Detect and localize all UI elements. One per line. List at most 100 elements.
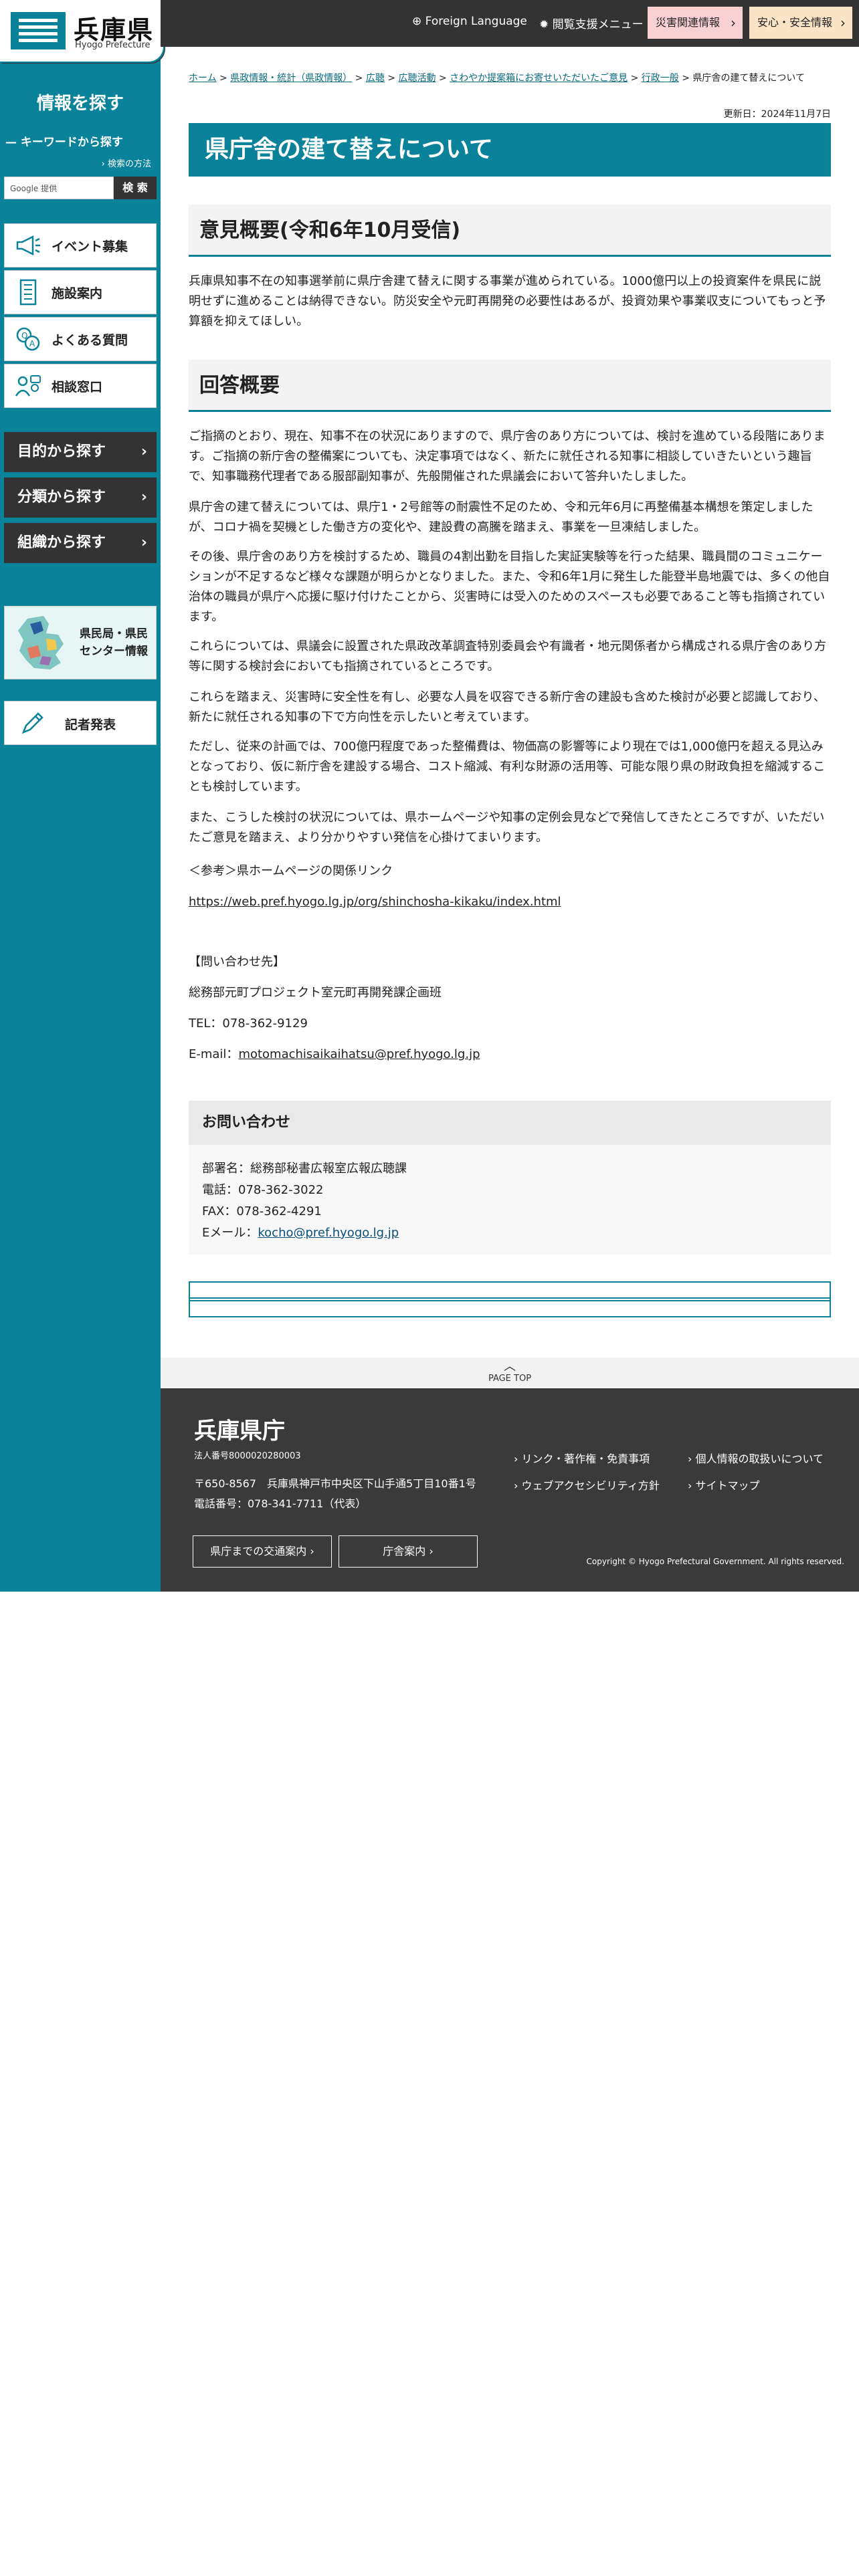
browse-support-label: 閲覧支援メニュー xyxy=(552,18,644,31)
answer-heading: 回答概要 xyxy=(189,360,831,412)
center-label-line2: センター情報 xyxy=(80,645,148,658)
regional-center-banner[interactable]: 県民局・県民 センター情報 xyxy=(4,606,157,679)
answer-paragraph: ただし、従来の計画では、700億円程度であった整備費は、物価高の影響等により現在… xyxy=(189,740,826,794)
footer-link-copyright[interactable]: › リンク・著作権・免責事項 xyxy=(514,1450,650,1466)
disaster-info-label: 災害関連情報 xyxy=(656,16,721,29)
sidebar-item-consultation[interactable]: 相談窓口 xyxy=(4,364,157,408)
contact-email-link[interactable]: kocho@pref.hyogo.lg.jp xyxy=(258,1226,399,1240)
contact-email-label: Eメール： xyxy=(202,1226,258,1240)
reference-link[interactable]: https://web.pref.hyogo.lg.jp/org/shincho… xyxy=(189,895,561,909)
browse-support-menu[interactable]: ✹ 閲覧支援メニュー xyxy=(539,15,644,31)
contact-email-row: Eメール：kocho@pref.hyogo.lg.jp xyxy=(202,1222,407,1244)
pen-icon xyxy=(19,711,45,742)
inquiry-tel: TEL：078-362-9129 xyxy=(189,1016,308,1031)
megaphone-icon xyxy=(5,223,52,267)
page-top-label: PAGE TOP xyxy=(488,1374,532,1384)
contact-heading: お問い合わせ xyxy=(189,1101,831,1145)
sidebar-item-label: よくある質問 xyxy=(52,332,128,348)
answer-paragraph: これらを踏まえ、災害時に安全性を有し、必要な人員を収容できる新庁舎の建設も含めた… xyxy=(189,690,826,724)
arrow-up-icon: ︿ xyxy=(504,1360,516,1374)
footer: 兵庫県庁 法人番号8000020280003 〒650-8567 兵庫県神戸市中… xyxy=(161,1388,859,1592)
opinion-heading: 意見概要(令和6年10月受信) xyxy=(189,205,831,257)
foreign-language-link[interactable]: ⊕ Foreign Language xyxy=(412,15,527,28)
sidebar-item-facilities[interactable]: 施設案内 xyxy=(4,270,157,314)
sidebar-item-label: 相談窓口 xyxy=(52,379,103,395)
inquiry-email-label: E-mail： xyxy=(189,1047,239,1061)
chevron-right-icon: › xyxy=(140,534,147,551)
empty-box xyxy=(189,1297,831,1317)
answer-paragraph: その後、県庁舎のあり方を検討するため、職員の4割出勤を目指した実証実験等を行った… xyxy=(189,550,830,624)
sidebar-item-label: イベント募集 xyxy=(52,239,128,254)
chevron-right-icon: › xyxy=(840,15,846,31)
faq-icon: QA xyxy=(5,317,52,361)
chevron-right-icon: › xyxy=(140,443,147,460)
breadcrumb-link[interactable]: 広聴 xyxy=(366,73,385,84)
access-label: 県庁までの交通案内 xyxy=(210,1545,307,1558)
chevron-right-icon: › xyxy=(140,489,147,506)
sidebar-item-by-organization[interactable]: 組織から探す › xyxy=(4,523,157,563)
press-release-button[interactable]: 記者発表 xyxy=(4,701,157,745)
contact-box: お問い合わせ 部署名：総務部秘書広報室広報広聴課 電話：078-362-3022… xyxy=(189,1101,831,1255)
footer-link-label: 個人情報の取扱いについて xyxy=(695,1453,824,1465)
answer-paragraph: ご指摘のとおり、現在、知事不在の状況にありますので、県庁舎のあり方については、検… xyxy=(189,429,826,484)
search-howto-link[interactable]: › 検索の方法 xyxy=(102,156,151,169)
reference-link-row: https://web.pref.hyogo.lg.jp/org/shincho… xyxy=(189,892,831,912)
access-button[interactable]: 県庁までの交通案内 › xyxy=(193,1535,332,1568)
disaster-info-button[interactable]: 災害関連情報 › xyxy=(648,7,743,39)
answer-paragraph: また、こうした検討の状況については、県ホームページや知事の定例会見などで発信して… xyxy=(189,811,825,845)
globe-icon: ⊕ xyxy=(412,15,422,28)
svg-text:Q: Q xyxy=(21,331,27,340)
answer-paragraph: これらについては、県議会に設置された県政改革調査特別委員会や有識者・地元関係者か… xyxy=(189,639,827,673)
footer-link-privacy[interactable]: › 個人情報の取扱いについて xyxy=(688,1450,824,1466)
gear-icon: ✹ xyxy=(539,18,549,31)
sidebar-item-by-purpose[interactable]: 目的から探す › xyxy=(4,432,157,472)
updated-date: 更新日：2024年11月7日 xyxy=(723,109,831,120)
sidebar-item-by-category[interactable]: 分類から探す › xyxy=(4,477,157,518)
answer-paragraph: 県庁舎の建て替えについては、県庁1・2号館等の耐震性不足のため、令和元年6月に再… xyxy=(189,500,814,534)
chevron-right-icon: › xyxy=(429,1545,434,1558)
footer-link-label: リンク・著作権・免責事項 xyxy=(521,1453,650,1465)
breadcrumb-link[interactable]: ホーム xyxy=(189,73,217,84)
safety-info-label: 安心・安全情報 xyxy=(757,16,833,29)
reference-label: ＜参考＞県ホームページの関係リンク xyxy=(189,864,393,878)
svg-text:A: A xyxy=(29,339,35,348)
footer-address: 〒650-8567 兵庫県神戸市中央区下山手通5丁目10番1号 xyxy=(194,1477,476,1490)
footer-title: 兵庫県庁 xyxy=(194,1418,285,1444)
contact-dept: 部署名：総務部秘書広報室広報広聴課 xyxy=(202,1162,407,1176)
chevron-right-icon: › xyxy=(310,1545,314,1558)
search-input[interactable]: Google 提供 xyxy=(4,177,114,199)
breadcrumb: ホーム > 県政情報・統計（県政情報） > 広聴 > 広聴活動 > さわやか提案… xyxy=(189,73,805,84)
logo-sub: Hyogo Prefecture xyxy=(75,40,151,50)
logo-mark-icon xyxy=(11,12,66,49)
building-icon xyxy=(5,270,52,314)
sidebar-item-label: 目的から探す xyxy=(17,443,106,460)
safety-info-button[interactable]: 安心・安全情報 › xyxy=(749,7,852,39)
breadcrumb-link[interactable]: 行政一般 xyxy=(642,73,679,84)
sidebar-item-label: 施設案内 xyxy=(52,286,103,301)
sidebar-title: 情報を探す xyxy=(36,94,124,114)
footer-link-sitemap[interactable]: › サイトマップ xyxy=(688,1477,760,1493)
page-top-button[interactable]: ︿ PAGE TOP xyxy=(161,1358,859,1388)
sidebar-item-events[interactable]: イベント募集 xyxy=(4,223,157,267)
footer-corp-number: 法人番号8000020280003 xyxy=(194,1451,301,1461)
footer-link-label: サイトマップ xyxy=(695,1479,760,1492)
sidebar-item-label: 分類から探す xyxy=(17,489,106,506)
footer-link-accessibility[interactable]: › ウェブアクセシビリティ方針 xyxy=(514,1477,660,1493)
breadcrumb-link[interactable]: 広聴活動 xyxy=(399,73,436,84)
search-howto-text: 検索の方法 xyxy=(107,159,151,169)
consult-icon xyxy=(5,364,52,408)
sidebar-item-faq[interactable]: QA よくある質問 xyxy=(4,317,157,361)
breadcrumb-link[interactable]: 県政情報・統計（県政情報） xyxy=(230,73,352,84)
inquiry-email-link[interactable]: motomachisaikaihatsu@pref.hyogo.lg.jp xyxy=(238,1047,480,1061)
search-button[interactable]: 検 索 xyxy=(114,177,157,199)
contact-fax: FAX：078-362-4291 xyxy=(202,1204,322,1218)
contact-body: 部署名：総務部秘書広報室広報広聴課 電話：078-362-3022 FAX：07… xyxy=(202,1158,407,1244)
opinion-text: 兵庫県知事不在の知事選挙前に県庁舎建て替えに関する事業が進められている。1000… xyxy=(189,274,826,328)
logo[interactable]: 兵庫県 Hyogo Prefecture xyxy=(0,0,163,62)
keyword-search-label: — キーワードから探す xyxy=(5,136,123,149)
footer-address-block: 〒650-8567 兵庫県神戸市中央区下山手通5丁目10番1号 電話番号：078… xyxy=(194,1474,476,1514)
building-guide-label: 庁舎案内 xyxy=(383,1545,426,1558)
building-guide-button[interactable]: 庁舎案内 › xyxy=(339,1535,478,1568)
breadcrumb-link[interactable]: さわやか提案箱にお寄せいただいたご意見 xyxy=(450,73,628,84)
sidebar-item-label: 組織から探す xyxy=(17,534,106,551)
